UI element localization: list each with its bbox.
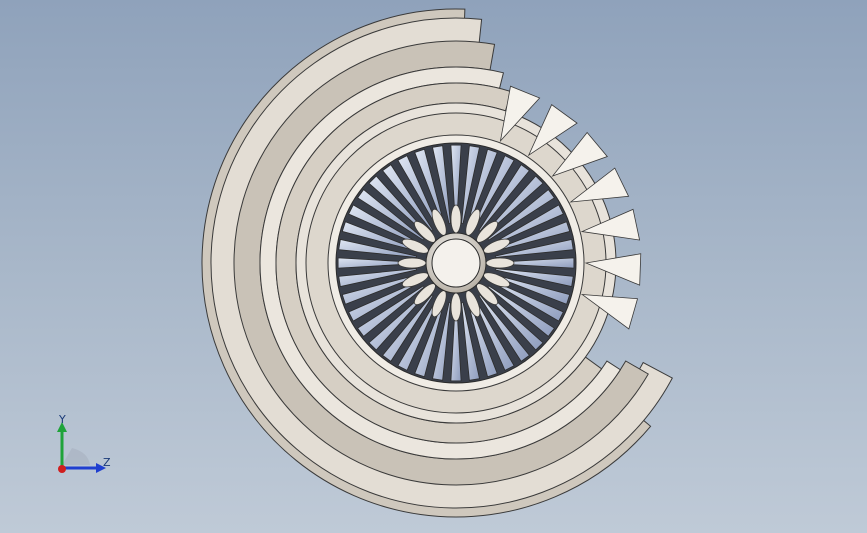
view-triad: Y Z: [40, 410, 120, 480]
hub-petal: [450, 204, 462, 234]
hub-petal: [450, 292, 462, 322]
triad-z-label: Z: [103, 456, 111, 469]
triad-y-label: Y: [59, 413, 66, 426]
turbine-model[interactable]: [0, 0, 867, 533]
graphics-viewport[interactable]: Y Z: [0, 0, 867, 533]
hub: [425, 232, 487, 294]
hub-petal: [485, 257, 515, 269]
triad-axes-icon: [57, 422, 106, 473]
hub-petal: [397, 257, 427, 269]
